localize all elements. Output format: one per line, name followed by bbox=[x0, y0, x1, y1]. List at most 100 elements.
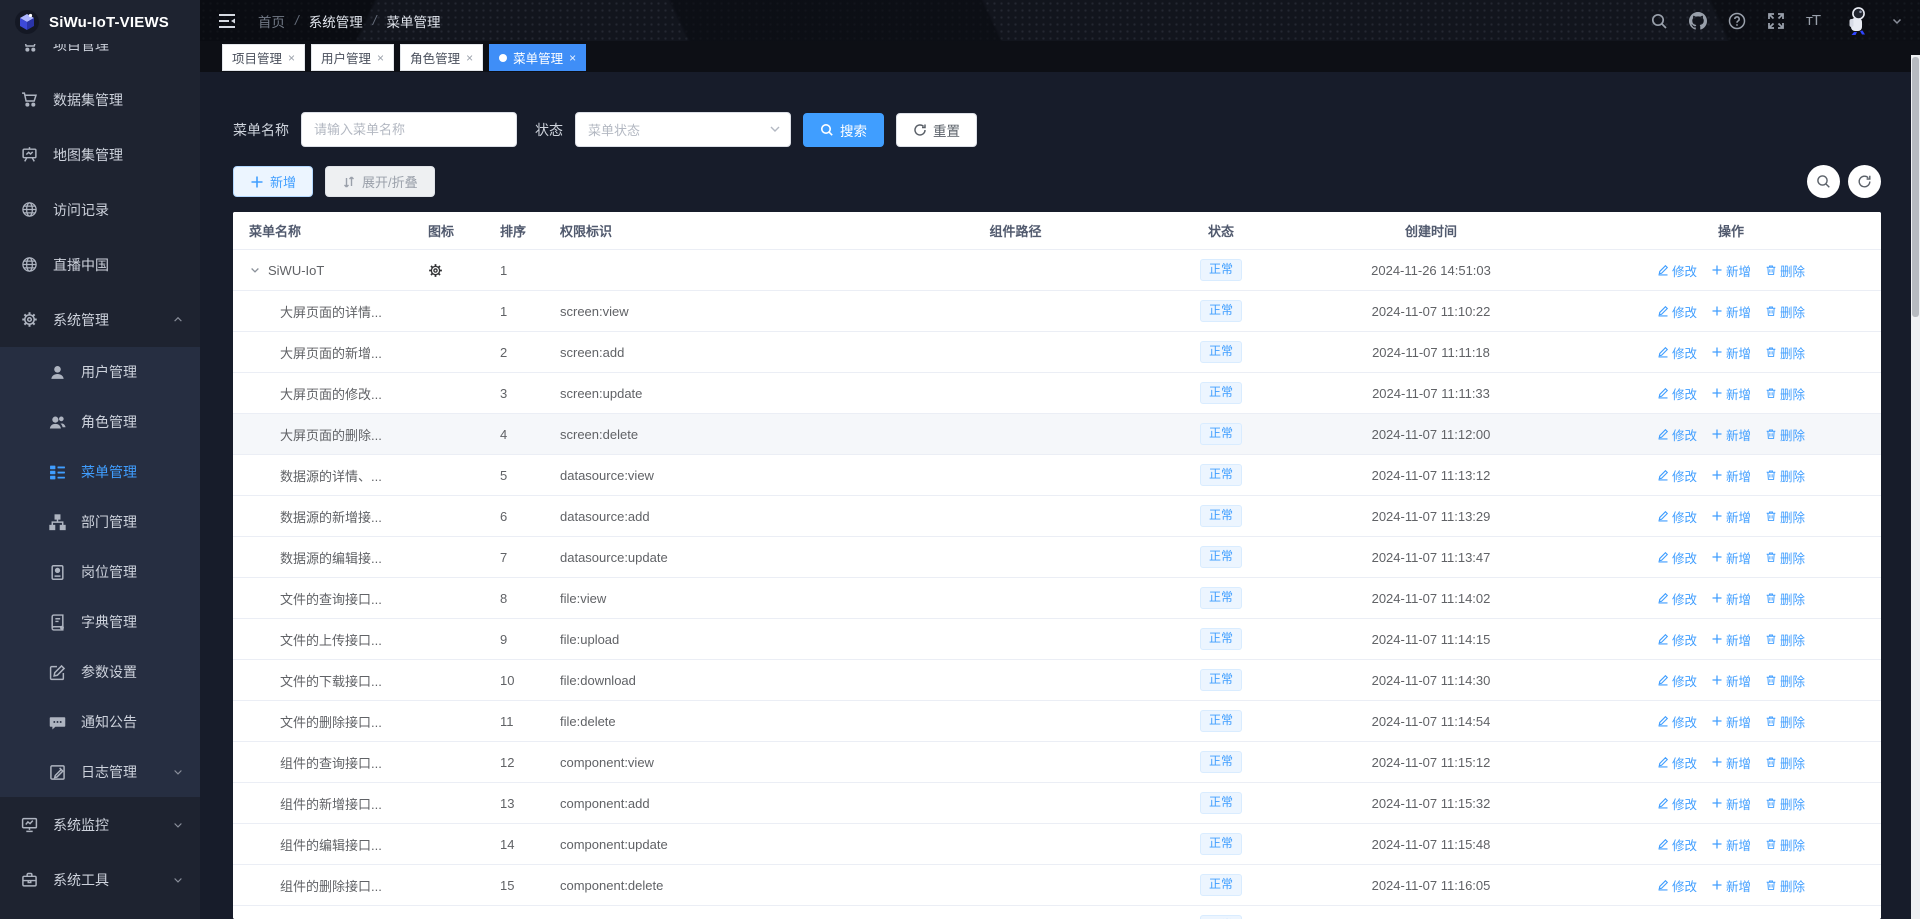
tab-user[interactable]: 用户管理× bbox=[311, 44, 394, 71]
delete-link[interactable]: 删除 bbox=[1765, 507, 1805, 526]
sidebar-item-param[interactable]: 参数设置 bbox=[0, 647, 200, 697]
status-select[interactable]: 菜单状态 bbox=[575, 112, 791, 147]
table-row[interactable]: 数据源的新增接...6datasource:add正常2024-11-07 11… bbox=[233, 496, 1881, 537]
sidebar-item-role[interactable]: 角色管理 bbox=[0, 397, 200, 447]
table-row[interactable]: 地图数据的查询...16map:view正常2024-11-07 11:16:2… bbox=[233, 906, 1881, 919]
add-link[interactable]: 新增 bbox=[1711, 261, 1751, 280]
sidebar-item-notice[interactable]: 通知公告 bbox=[0, 697, 200, 747]
delete-link[interactable]: 删除 bbox=[1765, 261, 1805, 280]
github-icon[interactable] bbox=[1689, 12, 1707, 30]
breadcrumb-home[interactable]: 首页 bbox=[258, 11, 285, 31]
reset-button[interactable]: 重置 bbox=[896, 113, 977, 147]
tab-project[interactable]: 项目管理× bbox=[222, 44, 305, 71]
add-link[interactable]: 新增 bbox=[1711, 343, 1751, 362]
delete-link[interactable]: 删除 bbox=[1765, 589, 1805, 608]
table-row[interactable]: 文件的删除接口...11file:delete正常2024-11-07 11:1… bbox=[233, 701, 1881, 742]
edit-link[interactable]: 修改 bbox=[1657, 384, 1697, 403]
sidebar-item-tool[interactable]: 系统工具 bbox=[0, 852, 200, 907]
sidebar-item-log[interactable]: 日志管理 bbox=[0, 747, 200, 797]
sidebar-item-user[interactable]: 用户管理 bbox=[0, 347, 200, 397]
sidebar-item-system[interactable]: 系统管理 bbox=[0, 292, 200, 347]
edit-link[interactable]: 修改 bbox=[1657, 302, 1697, 321]
edit-link[interactable]: 修改 bbox=[1657, 712, 1697, 731]
close-icon[interactable]: × bbox=[569, 52, 576, 64]
delete-link[interactable]: 删除 bbox=[1765, 343, 1805, 362]
table-row[interactable]: SiWU-IoT1正常2024-11-26 14:51:03修改新增删除 bbox=[233, 250, 1881, 291]
chevron-down-icon[interactable] bbox=[1892, 16, 1902, 26]
add-link[interactable]: 新增 bbox=[1711, 712, 1751, 731]
add-link[interactable]: 新增 bbox=[1711, 835, 1751, 854]
add-link[interactable]: 新增 bbox=[1711, 507, 1751, 526]
edit-link[interactable]: 修改 bbox=[1657, 794, 1697, 813]
edit-link[interactable]: 修改 bbox=[1657, 548, 1697, 567]
sidebar-item-live-china[interactable]: 直播中国 bbox=[0, 237, 200, 292]
sidebar-collapse-icon[interactable] bbox=[216, 10, 238, 32]
sidebar-item-post[interactable]: 岗位管理 bbox=[0, 547, 200, 597]
delete-link[interactable]: 删除 bbox=[1765, 712, 1805, 731]
add-link[interactable]: 新增 bbox=[1711, 425, 1751, 444]
delete-link[interactable]: 删除 bbox=[1765, 876, 1805, 895]
sidebar-item-atlas[interactable]: 地图集管理 bbox=[0, 127, 200, 182]
search-button[interactable]: 搜索 bbox=[803, 113, 884, 147]
refresh-table-button[interactable] bbox=[1848, 165, 1881, 198]
edit-link[interactable]: 修改 bbox=[1657, 425, 1697, 444]
edit-link[interactable]: 修改 bbox=[1657, 261, 1697, 280]
table-row[interactable]: 组件的删除接口...15component:delete正常2024-11-07… bbox=[233, 865, 1881, 906]
edit-link[interactable]: 修改 bbox=[1657, 630, 1697, 649]
add-link[interactable]: 新增 bbox=[1711, 876, 1751, 895]
edit-link[interactable]: 修改 bbox=[1657, 466, 1697, 485]
add-link[interactable]: 新增 bbox=[1711, 466, 1751, 485]
font-size-icon[interactable]: тT bbox=[1806, 12, 1820, 29]
table-row[interactable]: 大屏页面的新增...2screen:add正常2024-11-07 11:11:… bbox=[233, 332, 1881, 373]
tab-menu[interactable]: 菜单管理× bbox=[489, 44, 586, 71]
delete-link[interactable]: 删除 bbox=[1765, 302, 1805, 321]
sidebar-item-dict[interactable]: 字典管理 bbox=[0, 597, 200, 647]
close-icon[interactable]: × bbox=[377, 52, 384, 64]
table-row[interactable]: 组件的编辑接口...14component:update正常2024-11-07… bbox=[233, 824, 1881, 865]
edit-link[interactable]: 修改 bbox=[1657, 753, 1697, 772]
delete-link[interactable]: 删除 bbox=[1765, 548, 1805, 567]
edit-link[interactable]: 修改 bbox=[1657, 671, 1697, 690]
add-link[interactable]: 新增 bbox=[1711, 302, 1751, 321]
edit-link[interactable]: 修改 bbox=[1657, 835, 1697, 854]
avatar[interactable] bbox=[1841, 6, 1871, 36]
delete-link[interactable]: 删除 bbox=[1765, 425, 1805, 444]
add-link[interactable]: 新增 bbox=[1711, 753, 1751, 772]
table-row[interactable]: 大屏页面的删除...4screen:delete正常2024-11-07 11:… bbox=[233, 414, 1881, 455]
table-row[interactable]: 文件的下载接口...10file:download正常2024-11-07 11… bbox=[233, 660, 1881, 701]
delete-link[interactable]: 删除 bbox=[1765, 753, 1805, 772]
edit-link[interactable]: 修改 bbox=[1657, 589, 1697, 608]
tab-role[interactable]: 角色管理× bbox=[400, 44, 483, 71]
expand-caret-icon[interactable] bbox=[249, 264, 261, 276]
delete-link[interactable]: 删除 bbox=[1765, 794, 1805, 813]
edit-link[interactable]: 修改 bbox=[1657, 876, 1697, 895]
fullscreen-icon[interactable] bbox=[1767, 12, 1785, 30]
add-link[interactable]: 新增 bbox=[1711, 548, 1751, 567]
expand-collapse-button[interactable]: 展开/折叠 bbox=[325, 166, 435, 197]
edit-link[interactable]: 修改 bbox=[1657, 343, 1697, 362]
delete-link[interactable]: 删除 bbox=[1765, 671, 1805, 690]
table-row[interactable]: 组件的查询接口...12component:view正常2024-11-07 1… bbox=[233, 742, 1881, 783]
add-link[interactable]: 新增 bbox=[1711, 589, 1751, 608]
table-row[interactable]: 大屏页面的详情...1screen:view正常2024-11-07 11:10… bbox=[233, 291, 1881, 332]
delete-link[interactable]: 删除 bbox=[1765, 466, 1805, 485]
table-row[interactable]: 文件的查询接口...8file:view正常2024-11-07 11:14:0… bbox=[233, 578, 1881, 619]
delete-link[interactable]: 删除 bbox=[1765, 384, 1805, 403]
sidebar-item-dataset[interactable]: 数据集管理 bbox=[0, 72, 200, 127]
close-icon[interactable]: × bbox=[288, 52, 295, 64]
add-link[interactable]: 新增 bbox=[1711, 384, 1751, 403]
scrollbar-thumb[interactable] bbox=[1912, 57, 1919, 317]
help-icon[interactable] bbox=[1728, 12, 1746, 30]
edit-link[interactable]: 修改 bbox=[1657, 507, 1697, 526]
sidebar-item-dept[interactable]: 部门管理 bbox=[0, 497, 200, 547]
delete-link[interactable]: 删除 bbox=[1765, 835, 1805, 854]
sidebar-item-access-log[interactable]: 访问记录 bbox=[0, 182, 200, 237]
page-scrollbar[interactable] bbox=[1911, 55, 1920, 919]
table-row[interactable]: 文件的上传接口...9file:upload正常2024-11-07 11:14… bbox=[233, 619, 1881, 660]
table-row[interactable]: 数据源的详情、...5datasource:view正常2024-11-07 1… bbox=[233, 455, 1881, 496]
table-row[interactable]: 大屏页面的修改...3screen:update正常2024-11-07 11:… bbox=[233, 373, 1881, 414]
sidebar-item-menu[interactable]: 菜单管理 bbox=[0, 447, 200, 497]
delete-link[interactable]: 删除 bbox=[1765, 630, 1805, 649]
search-icon[interactable] bbox=[1650, 12, 1668, 30]
toggle-search-button[interactable] bbox=[1807, 165, 1840, 198]
